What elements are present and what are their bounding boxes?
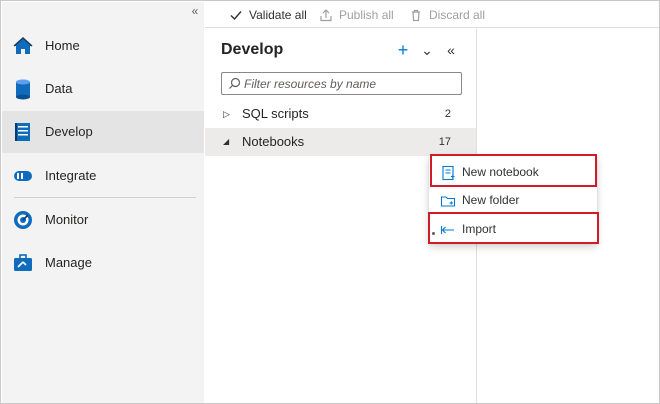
validate-all-label: Validate all [249,8,307,22]
app-window: « Home Data Develop Integrate Monitor Ma… [0,0,660,404]
collapse-caret-icon[interactable]: ◢ [223,128,229,156]
nav-label-develop: Develop [45,124,93,139]
nav-item-monitor[interactable]: Monitor [2,199,204,241]
folder-icon [440,196,456,207]
tree-label: SQL scripts [242,106,309,121]
nav-label-monitor: Monitor [45,212,89,227]
publish-icon [320,9,332,22]
add-resource-button[interactable]: + [395,41,411,59]
database-icon [12,78,34,100]
decorative-dot [432,232,435,235]
expand-all-button[interactable]: ⌄ [419,42,435,58]
filter-box [221,72,462,95]
validate-all-button[interactable]: Validate all [229,2,307,28]
notebook-icon [442,165,455,181]
expand-caret-icon[interactable]: ▷ [223,100,230,128]
home-icon [12,35,34,57]
integrate-icon [12,165,34,187]
search-icon [229,77,241,89]
menu-item-new-notebook[interactable]: New notebook [429,158,597,187]
trash-icon [412,9,420,22]
discard-all-button[interactable]: Discard all [409,2,485,28]
tree-count: 2 [444,108,451,120]
nav-item-manage[interactable]: Manage [2,242,204,284]
left-nav: « Home Data Develop Integrate Monitor Ma… [2,2,204,403]
collapse-panel-button[interactable]: « [443,42,459,58]
nav-item-integrate[interactable]: Integrate [2,155,204,197]
context-menu: New notebook New folder Import [429,156,597,244]
import-icon [440,226,454,234]
monitor-icon [12,209,34,231]
menu-label: New folder [462,193,520,207]
top-toolbar: Validate all Publish all Discard all [205,2,659,28]
nav-item-home[interactable]: Home [2,25,204,67]
menu-item-import[interactable]: Import [429,215,597,244]
publish-all-label: Publish all [339,8,394,22]
tree-label: Notebooks [242,134,305,149]
nav-label-manage: Manage [45,255,92,270]
menu-label: New notebook [462,165,539,179]
publish-all-button[interactable]: Publish all [319,2,394,28]
nav-item-data[interactable]: Data [2,68,204,110]
menu-label: Import [462,222,497,236]
tree-count: 17 [438,136,451,148]
manage-icon [12,252,34,274]
filter-resources-input[interactable] [244,74,458,93]
nav-item-develop[interactable]: Develop [2,111,204,153]
tree-row-sql-scripts[interactable]: ▷ SQL scripts 2 [205,100,476,128]
nav-label-data: Data [45,81,73,96]
develop-icon [12,121,34,143]
nav-divider [14,197,196,198]
nav-label-integrate: Integrate [45,168,97,183]
collapse-nav-button[interactable]: « [188,4,202,18]
nav-label-home: Home [45,38,80,53]
menu-item-new-folder[interactable]: New folder [429,186,597,215]
tree-row-notebooks[interactable]: ◢ Notebooks 17 [205,128,476,156]
panel-title: Develop [221,41,284,58]
checkmark-icon [230,11,242,21]
discard-all-label: Discard all [429,8,486,22]
